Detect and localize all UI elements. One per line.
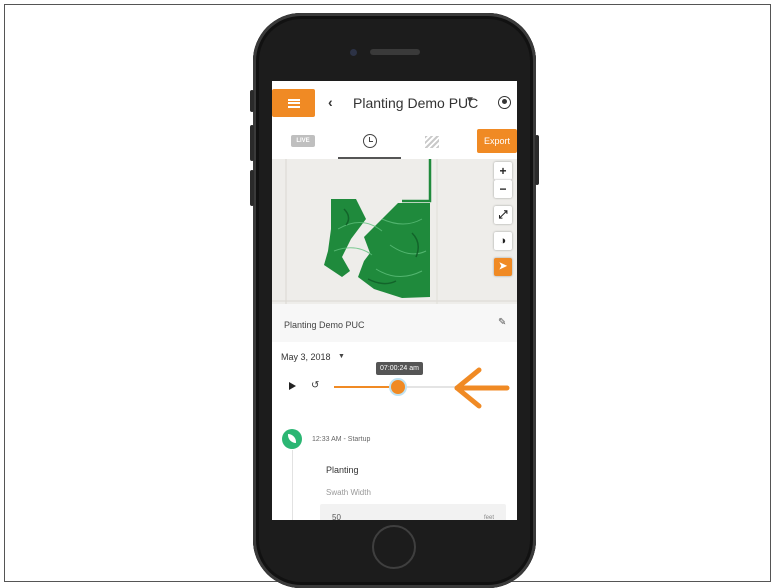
home-button[interactable] xyxy=(372,525,416,569)
event-title: Planting xyxy=(326,465,359,475)
field-name: Planting Demo PUC xyxy=(284,320,365,330)
swath-width-label: Swath Width xyxy=(326,488,371,497)
date-selector[interactable]: May 3, 2018 xyxy=(281,352,331,362)
caret-down-icon[interactable]: ▼ xyxy=(338,353,345,360)
globe-icon: ◑ xyxy=(499,235,507,247)
minus-icon: − xyxy=(499,182,507,196)
time-tooltip: 07:00:24 am xyxy=(376,362,423,375)
menu-button[interactable] xyxy=(272,89,315,117)
navigation-arrow-icon: ➤ xyxy=(498,261,508,272)
volume-up-button xyxy=(250,125,254,161)
field-title[interactable]: Planting Demo PUC xyxy=(353,95,478,111)
chevron-left-icon[interactable]: ‹ xyxy=(328,94,333,110)
hamburger-icon xyxy=(287,98,300,108)
coverage-area-east xyxy=(358,203,430,298)
zoom-in-button[interactable]: + xyxy=(494,162,512,180)
earpiece-speaker xyxy=(370,49,420,55)
leaf-icon xyxy=(282,429,302,449)
coverage-map-svg xyxy=(272,159,517,304)
export-button[interactable]: Export xyxy=(477,129,517,153)
slider-handle[interactable] xyxy=(391,380,405,394)
history-icon xyxy=(363,134,377,148)
mute-switch xyxy=(250,90,254,112)
track-line xyxy=(402,159,432,203)
app-header: ‹ Planting Demo PUC ▼ xyxy=(272,81,517,123)
swath-width-field xyxy=(320,504,506,520)
fullscreen-button[interactable]: ⤢ xyxy=(494,206,512,224)
expand-icon: ⤢ xyxy=(498,209,508,221)
tab-live[interactable]: LIVE xyxy=(291,135,315,147)
annotation-arrow xyxy=(454,367,510,409)
pencil-icon[interactable]: ✎ xyxy=(498,317,506,328)
field-map[interactable]: + − ⤢ ◑ ➤ xyxy=(272,159,517,304)
locate-button[interactable]: ➤ xyxy=(494,258,512,276)
app-screen: ‹ Planting Demo PUC ▼ LIVE Export + − ⤢ … xyxy=(272,81,517,520)
user-circle-icon[interactable] xyxy=(498,96,511,109)
tab-history[interactable] xyxy=(338,127,401,159)
plus-icon: + xyxy=(499,164,507,178)
play-icon[interactable] xyxy=(289,382,296,390)
tab-coverage-pattern[interactable] xyxy=(425,136,439,148)
field-name-row: Planting Demo PUC ✎ xyxy=(272,304,517,342)
zoom-out-button[interactable]: − xyxy=(494,180,512,198)
power-button xyxy=(535,135,539,185)
front-camera xyxy=(350,49,357,56)
caret-down-icon[interactable]: ▼ xyxy=(465,95,475,106)
volume-down-button xyxy=(250,170,254,206)
view-tabs: LIVE Export xyxy=(272,123,517,160)
timeline-line xyxy=(292,450,293,520)
layers-button[interactable]: ◑ xyxy=(494,232,512,250)
swath-width-value: 50 xyxy=(332,513,341,520)
swath-width-unit: feet xyxy=(484,515,495,520)
event-time: 12:33 AM - Startup xyxy=(312,436,371,443)
replay-icon[interactable]: ↺ xyxy=(311,380,319,391)
